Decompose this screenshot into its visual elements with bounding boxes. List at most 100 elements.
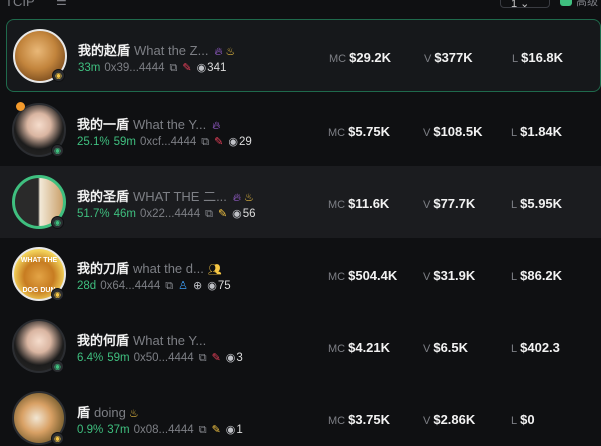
copy-icon[interactable]: ⧉ — [201, 136, 209, 149]
copy-icon[interactable]: ⧉ — [169, 62, 177, 75]
feather-icon[interactable]: ✎ — [212, 423, 221, 436]
token-ticker: what the d... — [133, 261, 204, 276]
progress-percent: 25.1% — [77, 136, 110, 148]
token-row[interactable]: ◉ 我的一盾 What the Y... 🔥︎ 25.1% 59m 0xcf...444… — [0, 94, 601, 166]
view-count: 29 — [238, 136, 252, 148]
l-label: L — [512, 53, 519, 65]
market-cap: MC $29.2K — [329, 50, 391, 65]
volume: V $108.5K — [423, 124, 483, 139]
feather-icon[interactable]: ✎ — [212, 351, 221, 364]
token-ticker: WHAT THE 二... — [133, 189, 227, 204]
v-label: V — [423, 199, 431, 211]
count-value: 1 — [511, 0, 518, 10]
l-value: $86.2K — [520, 268, 563, 283]
launchpad-badge-icon: ◉ — [52, 69, 65, 82]
liquidity: L $5.95K — [511, 196, 562, 211]
v-label: V — [423, 415, 431, 427]
eye-icon: ◉ — [196, 62, 207, 74]
contract-address: 0x64...4444 — [100, 280, 161, 292]
token-row[interactable]: ◉ 我的何盾 What the Y... 6.4% 59m 0x50...4444 ⧉ ✎… — [0, 310, 601, 382]
copy-icon[interactable]: ⧉ — [165, 280, 173, 293]
l-label: L — [511, 127, 518, 139]
contract-address: 0x39...4444 — [104, 62, 165, 74]
progress-percent: 0.9% — [77, 424, 104, 436]
token-name: 我的一盾 — [77, 117, 130, 132]
volume: V $2.86K — [423, 412, 475, 427]
eye-icon: ◉ — [225, 352, 236, 364]
contract-address: 0xcf...4444 — [139, 136, 197, 148]
contract-address: 0x22...4444 — [139, 208, 201, 220]
liquidity: L $0 — [511, 412, 535, 427]
view-count: 56 — [242, 208, 256, 220]
progress-percent: 6.4% — [77, 352, 104, 364]
volume: V $6.5K — [423, 340, 468, 355]
flame-icon: 🔥︎ — [214, 46, 223, 58]
filter-icon[interactable]: ☰ — [56, 0, 67, 8]
mc-value: $29.2K — [349, 50, 392, 65]
progress-percent: 51.7% — [77, 208, 110, 220]
token-age: 59m — [107, 352, 130, 364]
v-label: V — [423, 343, 431, 355]
token-row[interactable]: ◉ 我的赵盾 What the Z... 🔥︎ ♨ 33m 0x39...4444 ⧉ ✎ ◉… — [6, 19, 601, 92]
count-selector[interactable]: 1 ⌄ — [500, 0, 550, 10]
tab-tcip[interactable]: TCIP — [5, 0, 35, 9]
token-ticker: What the Z... — [134, 43, 209, 58]
launchpad-badge-icon: ◉ — [51, 144, 64, 157]
liquidity: L $1.84K — [511, 124, 562, 139]
flame-icon: 🔥︎ — [232, 192, 241, 204]
token-row[interactable]: ◉ 盾 doing ♨ 0.9% 37m 0x08...4444 ⧉ ✎ ◉1 MC $3.75… — [0, 382, 601, 446]
market-cap: MC $5.75K — [328, 124, 390, 139]
launchpad-badge-icon: ◉ — [51, 216, 64, 229]
token-name: 我的赵盾 — [78, 43, 131, 58]
v-label: V — [424, 53, 432, 65]
globe-icon[interactable]: ⊕ — [193, 279, 202, 292]
l-value: $0 — [520, 412, 535, 427]
l-label: L — [511, 271, 518, 283]
mc-label: MC — [328, 343, 346, 355]
copy-icon[interactable]: ⧉ — [199, 352, 207, 365]
volume: V $77.7K — [423, 196, 475, 211]
market-cap: MC $4.21K — [328, 340, 390, 355]
eye-icon: ◉ — [232, 208, 242, 220]
market-cap: MC $11.6K — [328, 196, 389, 211]
feather-icon[interactable]: ✎ — [182, 61, 191, 74]
chef-icon: ♨ — [225, 46, 236, 58]
advanced-checkbox[interactable] — [560, 0, 572, 6]
mc-label: MC — [328, 127, 346, 139]
person-icon[interactable]: ♙ — [178, 279, 188, 292]
feather-icon[interactable]: ✎ — [214, 135, 223, 148]
eye-icon: ◉ — [225, 424, 236, 436]
copy-icon[interactable]: ⧉ — [205, 208, 213, 221]
flame-icon: 🔥︎ — [212, 120, 221, 132]
v-value: $31.9K — [433, 268, 476, 283]
mc-value: $11.6K — [348, 196, 390, 211]
copy-icon[interactable]: ⧉ — [199, 424, 207, 437]
token-age: 37m — [107, 424, 130, 436]
feather-icon[interactable]: ✎ — [218, 207, 227, 220]
token-row[interactable]: WHAT THE DOG DUN ◉ 我的刀盾 what the d... 👥︎ 2… — [0, 238, 601, 310]
token-ticker: What the Y... — [133, 333, 207, 348]
launchpad-badge-icon: ◉ — [51, 288, 64, 301]
launchpad-badge-icon: ◉ — [51, 432, 64, 445]
contract-address: 0x50...4444 — [133, 352, 194, 364]
top-toolbar: TCIP ☰ 1 ⌄ 高级 — [0, 0, 601, 14]
l-value: $402.3 — [520, 340, 560, 355]
l-value: $5.95K — [520, 196, 563, 211]
token-row[interactable]: ◉ 我的圣盾 WHAT THE 二... 🔥︎ ♨ 51.7% 46m 0x22...44… — [0, 166, 601, 238]
people-icon: 👥︎ — [207, 264, 222, 276]
v-value: $377K — [434, 50, 473, 65]
token-ticker: What the Y... — [133, 117, 207, 132]
token-name: 我的何盾 — [77, 333, 130, 348]
v-value: $6.5K — [433, 340, 469, 355]
view-count: 3 — [236, 352, 243, 364]
liquidity: L $16.8K — [512, 50, 563, 65]
v-value: $108.5K — [433, 124, 483, 139]
token-age: 46m — [113, 208, 136, 220]
token-age: 33m — [78, 62, 101, 74]
view-count: 341 — [207, 62, 227, 74]
mc-value: $504.4K — [348, 268, 398, 283]
market-cap: MC $504.4K — [328, 268, 397, 283]
market-cap: MC $3.75K — [328, 412, 390, 427]
eye-icon: ◉ — [207, 280, 217, 292]
mc-label: MC — [329, 53, 347, 65]
